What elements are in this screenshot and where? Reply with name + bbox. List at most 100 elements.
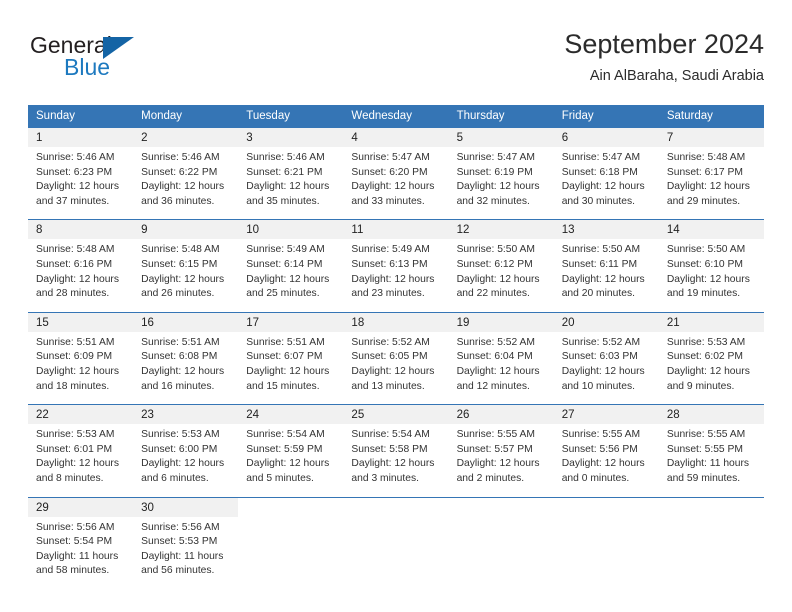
day-number[interactable]: 20: [553, 311, 659, 332]
day-daylight-text: Daylight: 12 hours: [36, 181, 119, 193]
day-sunrise-text: Sunrise: 5:51 AM: [36, 336, 115, 348]
day-number[interactable]: 25: [343, 404, 449, 425]
day-cell[interactable]: Sunrise: 5:48 AM Sunset: 6:15 PM Daylight:…: [133, 239, 239, 313]
day-number[interactable]: 27: [553, 404, 659, 425]
weekday-header-saturday: Saturday: [658, 105, 764, 128]
day-cell[interactable]: Sunrise: 5:56 AM Sunset: 5:53 PM Daylight:…: [133, 516, 239, 589]
day-number[interactable]: 28: [658, 404, 764, 425]
day-daylight-text: and 32 minutes.: [456, 195, 530, 207]
day-cell[interactable]: Sunrise: 5:47 AM Sunset: 6:19 PM Daylight:…: [448, 147, 554, 220]
day-number[interactable]: 10: [238, 219, 344, 240]
day-cell[interactable]: Sunrise: 5:47 AM Sunset: 6:18 PM Daylight:…: [553, 147, 659, 220]
day-number[interactable]: 5: [448, 127, 554, 147]
day-number[interactable]: 30: [133, 496, 239, 517]
day-number[interactable]: 12: [448, 219, 554, 240]
day-sunset-text: Sunset: 6:05 PM: [351, 351, 428, 363]
day-number[interactable]: 1: [28, 127, 134, 147]
day-cell[interactable]: Sunrise: 5:55 AM Sunset: 5:57 PM Daylight:…: [448, 424, 554, 497]
day-sunset-text: Sunset: 6:16 PM: [36, 258, 113, 270]
day-sunrise-text: Sunrise: 5:48 AM: [141, 244, 220, 256]
day-cell[interactable]: Sunrise: 5:53 AM Sunset: 6:02 PM Daylight:…: [658, 331, 764, 405]
day-daylight-text: and 6 minutes.: [141, 472, 209, 484]
day-daylight-text: Daylight: 12 hours: [666, 181, 750, 193]
day-number[interactable]: 3: [238, 127, 344, 147]
day-number[interactable]: 17: [238, 311, 344, 332]
day-number[interactable]: 22: [28, 404, 134, 425]
day-number-empty: [238, 496, 344, 517]
day-sunset-text: Sunset: 6:21 PM: [246, 166, 323, 178]
day-number[interactable]: 23: [133, 404, 239, 425]
day-cell[interactable]: Sunrise: 5:55 AM Sunset: 5:56 PM Daylight:…: [553, 424, 659, 497]
logo-text-blue: Blue: [64, 54, 111, 80]
day-daylight-text: and 23 minutes.: [351, 288, 425, 300]
day-cell[interactable]: Sunrise: 5:56 AM Sunset: 5:54 PM Daylight:…: [28, 516, 134, 589]
day-sunrise-text: Sunrise: 5:53 AM: [36, 429, 115, 441]
day-cell[interactable]: Sunrise: 5:53 AM Sunset: 6:00 PM Daylight:…: [133, 424, 239, 497]
day-cell[interactable]: Sunrise: 5:49 AM Sunset: 6:14 PM Daylight:…: [238, 239, 344, 313]
day-sunset-text: Sunset: 5:53 PM: [141, 536, 218, 548]
day-cell[interactable]: Sunrise: 5:53 AM Sunset: 6:01 PM Daylight:…: [28, 424, 134, 497]
day-daylight-text: Daylight: 11 hours: [36, 550, 119, 562]
day-number[interactable]: 14: [658, 219, 764, 240]
day-daylight-text: and 16 minutes.: [141, 380, 215, 392]
day-sunset-text: Sunset: 6:19 PM: [456, 166, 533, 178]
day-cell[interactable]: Sunrise: 5:47 AM Sunset: 6:20 PM Daylight:…: [343, 147, 449, 220]
day-number[interactable]: 8: [28, 219, 134, 240]
day-cell[interactable]: Sunrise: 5:48 AM Sunset: 6:16 PM Daylight:…: [28, 239, 134, 313]
day-daylight-text: Daylight: 12 hours: [246, 365, 330, 377]
day-cell[interactable]: Sunrise: 5:51 AM Sunset: 6:08 PM Daylight:…: [133, 331, 239, 405]
day-number[interactable]: 4: [343, 127, 449, 147]
day-sunrise-text: Sunrise: 5:54 AM: [351, 429, 430, 441]
day-number[interactable]: 13: [553, 219, 659, 240]
day-daylight-text: Daylight: 12 hours: [141, 273, 225, 285]
day-number-empty: [658, 496, 764, 517]
day-daylight-text: and 28 minutes.: [36, 288, 110, 300]
day-number[interactable]: 19: [448, 311, 554, 332]
general-blue-logo[interactable]: General Blue: [28, 32, 228, 88]
day-sunrise-text: Sunrise: 5:47 AM: [561, 152, 641, 163]
day-daylight-text: and 58 minutes.: [36, 565, 110, 577]
day-cell[interactable]: Sunrise: 5:46 AM Sunset: 6:21 PM Daylight:…: [238, 147, 344, 220]
day-cell[interactable]: Sunrise: 5:50 AM Sunset: 6:10 PM Daylight:…: [658, 239, 764, 313]
day-daylight-text: Daylight: 12 hours: [456, 365, 540, 377]
day-cell[interactable]: Sunrise: 5:51 AM Sunset: 6:07 PM Daylight:…: [238, 331, 344, 405]
day-daylight-text: and 20 minutes.: [561, 288, 635, 300]
day-cell[interactable]: Sunrise: 5:50 AM Sunset: 6:12 PM Daylight:…: [448, 239, 554, 313]
day-daylight-text: and 19 minutes.: [666, 288, 741, 300]
day-cell[interactable]: Sunrise: 5:55 AM Sunset: 5:55 PM Daylight:…: [658, 424, 764, 497]
day-sunrise-text: Sunrise: 5:55 AM: [456, 429, 535, 441]
day-cell[interactable]: Sunrise: 5:48 AM Sunset: 6:17 PM Daylight:…: [658, 147, 764, 220]
day-cell[interactable]: Sunrise: 5:46 AM Sunset: 6:22 PM Daylight:…: [133, 147, 239, 220]
day-cell[interactable]: Sunrise: 5:52 AM Sunset: 6:03 PM Daylight:…: [553, 331, 659, 405]
day-daylight-text: Daylight: 12 hours: [351, 181, 435, 193]
day-cell[interactable]: Sunrise: 5:54 AM Sunset: 5:58 PM Daylight:…: [343, 424, 449, 497]
weekday-header-tuesday: Tuesday: [238, 105, 344, 128]
day-number[interactable]: 21: [658, 311, 764, 332]
day-cell[interactable]: Sunrise: 5:52 AM Sunset: 6:05 PM Daylight:…: [343, 331, 449, 405]
day-sunset-text: Sunset: 6:07 PM: [246, 351, 323, 363]
day-sunset-text: Sunset: 6:20 PM: [351, 166, 428, 178]
day-cell[interactable]: Sunrise: 5:52 AM Sunset: 6:04 PM Daylight:…: [448, 331, 554, 405]
day-daylight-text: and 33 minutes.: [351, 195, 425, 207]
day-number[interactable]: 7: [658, 127, 764, 147]
day-sunrise-text: Sunrise: 5:48 AM: [666, 152, 746, 163]
day-cell[interactable]: Sunrise: 5:46 AM Sunset: 6:23 PM Daylight:…: [28, 147, 134, 220]
day-number[interactable]: 6: [553, 127, 659, 147]
day-number[interactable]: 11: [343, 219, 449, 240]
day-cell[interactable]: Sunrise: 5:54 AM Sunset: 5:59 PM Daylight:…: [238, 424, 344, 497]
day-number[interactable]: 18: [343, 311, 449, 332]
day-sunset-text: Sunset: 5:54 PM: [36, 536, 113, 548]
day-number[interactable]: 2: [133, 127, 239, 147]
day-number[interactable]: 15: [28, 311, 134, 332]
day-number[interactable]: 26: [448, 404, 554, 425]
day-number[interactable]: 16: [133, 311, 239, 332]
day-number[interactable]: 9: [133, 219, 239, 240]
day-cell[interactable]: Sunrise: 5:51 AM Sunset: 6:09 PM Daylight:…: [28, 331, 134, 405]
day-daylight-text: Daylight: 12 hours: [351, 365, 435, 377]
day-number[interactable]: 24: [238, 404, 344, 425]
day-number-empty: [553, 496, 659, 517]
day-cell[interactable]: Sunrise: 5:50 AM Sunset: 6:11 PM Daylight:…: [553, 239, 659, 313]
day-cell[interactable]: Sunrise: 5:49 AM Sunset: 6:13 PM Daylight:…: [343, 239, 449, 313]
week-number-row: 8 9 10 11 12 13 14: [28, 219, 764, 240]
day-number[interactable]: 29: [28, 496, 134, 517]
